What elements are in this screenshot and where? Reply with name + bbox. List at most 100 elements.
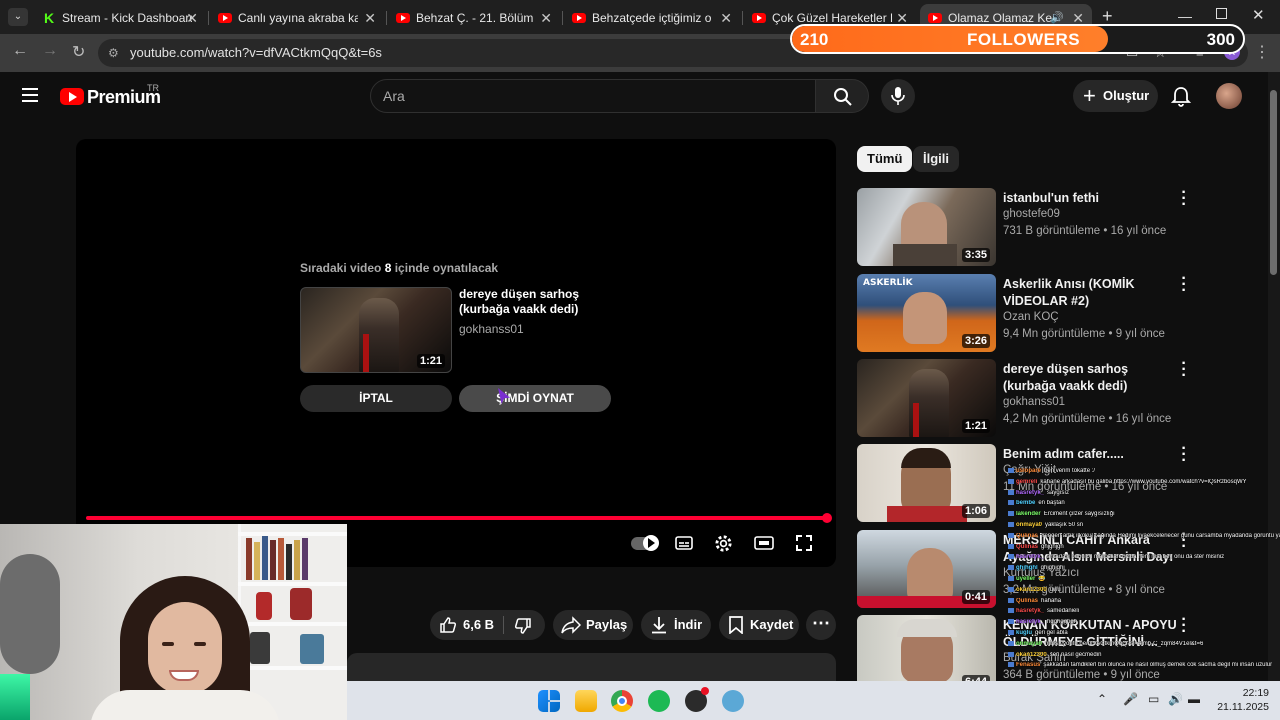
clock-date: 21.11.2025: [1217, 701, 1269, 713]
chat-badge-icon: [1008, 543, 1014, 549]
autoplay-toggle[interactable]: [631, 535, 659, 551]
tab-kick-dashboard[interactable]: K Stream - Kick Dashboard ✕: [34, 4, 206, 32]
chip-related[interactable]: İlgili: [913, 146, 959, 172]
chat-text: ghjghjgh: [1041, 543, 1064, 550]
youtube-logo-icon[interactable]: [60, 88, 84, 105]
site-info-icon[interactable]: ⚙: [108, 39, 119, 67]
tab-list-button[interactable]: ⌄: [8, 8, 28, 26]
hamburger-menu-icon[interactable]: [22, 88, 38, 102]
related-title[interactable]: istanbul'un fethi: [1003, 190, 1178, 207]
upnext-title[interactable]: dereye düşen sarhoş (kurbağa vaakk dedi): [459, 287, 599, 317]
tab-youtube-1[interactable]: Canlı yayına akraba katılm ✕: [210, 4, 384, 32]
volume-icon[interactable]: 🔊: [1168, 692, 1183, 706]
related-thumbnail[interactable]: ASKERLİK 3:26: [857, 274, 996, 352]
related-title[interactable]: Benim adım cafer.....: [1003, 446, 1178, 463]
like-dislike-group: 6,6 B: [430, 610, 545, 640]
youtube-icon: [572, 13, 586, 23]
spotify-icon[interactable]: [648, 690, 670, 712]
video-progress-bar[interactable]: [86, 516, 827, 520]
subtitles-icon[interactable]: [675, 534, 693, 552]
back-icon[interactable]: ←: [12, 42, 28, 60]
related-video[interactable]: ASKERLİK 3:26 Askerlik Anısı (KOMİK VİDE…: [857, 271, 1262, 354]
maximize-window-button[interactable]: [1216, 8, 1227, 19]
voice-search-button[interactable]: [881, 79, 915, 113]
network-icon[interactable]: ▭: [1148, 692, 1159, 706]
chat-text: hahaha: [1041, 597, 1062, 604]
close-tab-icon[interactable]: ✕: [720, 10, 732, 27]
related-thumbnail[interactable]: 1:21: [857, 359, 996, 437]
tray-overflow-icon[interactable]: ⌃: [1097, 692, 1107, 706]
page-scrollbar-thumb[interactable]: [1270, 90, 1277, 275]
chat-text: uwu: [1049, 586, 1061, 593]
taskbar-clock[interactable]: 22:19 21.11.2025: [1213, 686, 1269, 714]
minimize-window-button[interactable]: —: [1178, 8, 1192, 24]
tab-youtube-2[interactable]: Behzat Ç. - 21. Bölüm HD ✕: [388, 4, 560, 32]
chat-message: uyeller 😂: [1008, 576, 1280, 583]
download-icon: [652, 617, 666, 634]
related-thumbnail[interactable]: 3:35: [857, 188, 996, 266]
like-icon[interactable]: [439, 616, 457, 634]
followers-label: FOLLOWERS: [967, 30, 1081, 49]
download-button[interactable]: İndir: [641, 610, 711, 640]
country-code: TR: [147, 83, 159, 93]
chat-text: ghjghjghj: [1040, 565, 1065, 572]
notifications-bell-icon[interactable]: [1170, 86, 1192, 113]
forward-icon[interactable]: →: [42, 42, 58, 60]
like-count[interactable]: 6,6 B: [463, 610, 494, 640]
reload-icon[interactable]: ↻: [72, 42, 85, 62]
chat-username: ghjhghl: [1016, 565, 1038, 572]
related-video[interactable]: 1:21 dereye düşen sarhoş (kurbağa vaakk …: [857, 356, 1262, 439]
obs-icon[interactable]: [685, 687, 709, 712]
search-input[interactable]: Ara: [370, 79, 816, 113]
close-tab-icon[interactable]: ✕: [364, 10, 376, 27]
create-button[interactable]: + Oluştur: [1073, 80, 1158, 112]
related-channel[interactable]: ghostefe09: [1003, 208, 1060, 220]
related-video[interactable]: 3:35 istanbul'un fethi ghostefe09 731 B …: [857, 185, 1262, 268]
save-button[interactable]: Kaydet: [719, 610, 799, 640]
related-thumbnail[interactable]: 0:41: [857, 530, 996, 608]
search-button[interactable]: [815, 79, 869, 113]
chat-message: Qulinas hahaha: [1008, 597, 1280, 605]
chat-username: okan12300: [1016, 651, 1047, 658]
settings-gear-icon[interactable]: [714, 534, 733, 553]
browser-menu-icon[interactable]: ⋮: [1254, 42, 1270, 62]
chrome-icon[interactable]: [611, 690, 633, 712]
account-avatar[interactable]: [1216, 83, 1242, 109]
bookmark-icon: [729, 616, 743, 634]
chat-text: yaklaşık 50 sn: [1045, 522, 1084, 529]
tab-audio-icon[interactable]: 🔊: [1050, 11, 1064, 24]
close-tab-icon[interactable]: ✕: [186, 10, 198, 27]
fullscreen-icon[interactable]: [795, 534, 813, 552]
more-options-icon[interactable]: · · ·: [1179, 271, 1189, 299]
play-now-button[interactable]: ŞİMDİ OYNAT: [459, 385, 611, 412]
more-options-icon[interactable]: · · ·: [1179, 356, 1189, 384]
theater-mode-icon[interactable]: [754, 534, 774, 552]
more-actions-button[interactable]: ⋯: [806, 610, 836, 640]
battery-icon[interactable]: ▬: [1188, 692, 1200, 706]
file-explorer-icon[interactable]: [575, 690, 597, 712]
related-title[interactable]: Askerlik Anısı (KOMİK VİDEOLAR #2): [1003, 276, 1178, 310]
progress-scrubber-handle[interactable]: [822, 513, 832, 523]
share-button[interactable]: Paylaş: [553, 610, 633, 640]
more-options-icon[interactable]: · · ·: [1179, 185, 1189, 213]
cancel-autoplay-button[interactable]: İPTAL: [300, 385, 452, 412]
chat-text: samedanieli: [1047, 608, 1080, 615]
dislike-icon[interactable]: [514, 617, 532, 635]
video-player[interactable]: [76, 139, 836, 567]
taskbar-app-icon[interactable]: [722, 690, 744, 712]
chat-badge-icon: [1008, 500, 1014, 506]
related-channel[interactable]: gokhanss01: [1003, 396, 1065, 408]
close-tab-icon[interactable]: ✕: [540, 10, 552, 27]
tab-youtube-3[interactable]: Behzatçede içtiğimiz o bey ✕: [564, 4, 740, 32]
upnext-thumbnail[interactable]: 1:21: [300, 287, 452, 373]
related-channel[interactable]: Ozan KOÇ: [1003, 311, 1059, 323]
more-options-icon[interactable]: · · ·: [1179, 441, 1189, 469]
related-thumbnail[interactable]: 1:06: [857, 444, 996, 522]
chat-text: en baştan: [1038, 500, 1065, 507]
microphone-tray-icon[interactable]: 🎤: [1123, 692, 1138, 706]
close-window-button[interactable]: ✕: [1252, 6, 1265, 24]
chip-all[interactable]: Tümü: [857, 146, 913, 172]
chat-message: hasretyk_ arkadaşi bunu bil marcelları bi…: [1008, 554, 1280, 561]
chat-message: onmaya0 yaklaşık 50 sn: [1008, 522, 1280, 529]
related-title[interactable]: dereye düşen sarhoş (kurbağa vaakk dedi): [1003, 361, 1178, 395]
